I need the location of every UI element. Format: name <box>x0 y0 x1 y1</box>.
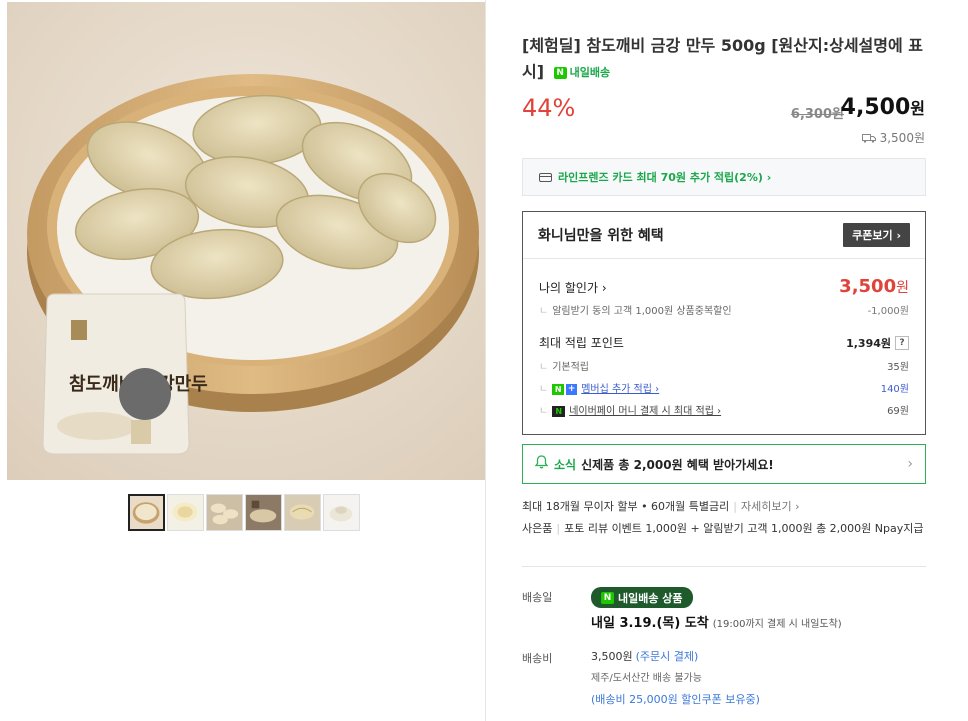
npay-points-row[interactable]: ㄴ N 네이버페이 머니 결제 시 최대 적립 › 69원 <box>539 402 909 417</box>
gift-label: 사은품 <box>522 522 553 535</box>
card-icon <box>539 172 552 182</box>
shipping-fee-summary: 3,500원 <box>861 129 925 146</box>
discount-rate: 44% <box>522 94 576 122</box>
shipping-fee-value: 3,500원 <box>591 650 633 663</box>
alarm-discount-label: ㄴ 알림받기 동의 고객 1,000원 상품중복할인 <box>539 306 732 317</box>
shipping-coupon-link[interactable]: (배송비 25,000원 할인쿠폰 보유중) <box>591 691 760 707</box>
final-price-value: 4,500 <box>840 95 911 120</box>
shipping-fee-payment-link[interactable]: (주문시 결제) <box>636 650 699 663</box>
naver-n-icon: N <box>552 383 565 395</box>
alarm-discount-value: -1,000원 <box>867 306 909 317</box>
my-price-unit: 원 <box>896 280 909 296</box>
card-promo-banner[interactable]: 라인프렌즈 카드 최대 70원 추가 적립(2%) › <box>522 158 926 196</box>
bell-icon <box>534 455 549 473</box>
news-message: 신제품 총 2,000원 혜택 받아가세요! <box>581 457 774 472</box>
plus-icon: + <box>566 383 578 395</box>
shipping-fee-label: 배송비 <box>522 652 553 665</box>
thumbnail-4[interactable] <box>245 494 282 531</box>
image-panel: 참도깨비 금강만두 <box>0 0 486 721</box>
tomorrow-delivery-badge: N 내일배송 <box>553 60 611 86</box>
max-points-label: 최대 적립 포인트 <box>539 336 624 350</box>
final-price: 4,500원 <box>841 95 925 120</box>
delivery-date-label: 배송일 <box>522 591 553 604</box>
thumbnail-2[interactable] <box>167 494 204 531</box>
product-title: [체험딜] 참도깨비 금강 만두 500g [원산지:상세설명에 표시] N 내… <box>522 33 926 86</box>
my-price-value: 3,500원 <box>839 276 909 297</box>
npay-points-value: 69원 <box>887 406 909 417</box>
naver-n-icon: N <box>553 66 567 79</box>
base-points-value: 35원 <box>887 362 909 373</box>
naver-n-icon: N <box>601 591 614 604</box>
help-icon[interactable]: ? <box>895 336 909 350</box>
card-promo-text: 라인프렌즈 카드 최대 70원 추가 적립(2%) › <box>558 171 772 184</box>
tomorrow-delivery-label: 내일배송 <box>569 65 611 79</box>
membership-link[interactable]: 멤버십 추가 적립 › <box>581 384 659 395</box>
npay-link[interactable]: 네이버페이 머니 결제 시 최대 적립 › <box>569 406 721 417</box>
alarm-discount-text: 알림받기 동의 고객 1,000원 상품중복할인 <box>552 306 732 317</box>
thumbnail-6[interactable] <box>323 494 360 531</box>
base-points-text: 기본적립 <box>552 362 590 373</box>
shipping-fee: 3,500원 (주문시 결제) <box>591 648 698 664</box>
gift-info: 사은품 | 포토 리뷰 이벤트 1,000원 + 알림받기 고객 1,000원 총 … <box>522 522 924 535</box>
product-main-image[interactable]: 참도깨비 금강만두 <box>7 2 485 480</box>
npay-points-label: ㄴ N 네이버페이 머니 결제 시 최대 적립 › <box>539 405 722 417</box>
alarm-discount-row: ㄴ 알림받기 동의 고객 1,000원 상품중복할인 -1,000원 <box>539 302 909 317</box>
max-points-number: 1,394원 <box>846 337 891 350</box>
arrival-note: (19:00까지 결제 시 내일도착) <box>712 619 842 630</box>
thumbnail-1[interactable] <box>128 494 165 531</box>
thumbnail-5[interactable] <box>284 494 321 531</box>
tomorrow-delivery-pill-text: 내일배송 상품 <box>618 591 683 605</box>
chevron-right-icon: › <box>907 456 913 472</box>
max-points-value: 1,394원? <box>846 335 909 351</box>
installment-more-link[interactable]: 자세히보기 › <box>741 500 800 513</box>
benefit-title: 화니님만을 위한 혜택 <box>538 228 664 244</box>
npay-icon: N <box>552 405 566 417</box>
benefit-header: 화니님만을 위한 혜택 쿠폰보기 › <box>523 212 925 259</box>
shipping-fee-short: 3,500원 <box>879 131 925 145</box>
my-price-row[interactable]: 나의 할인가 › 3,500원 <box>539 276 909 297</box>
thumbnail-3[interactable] <box>206 494 243 531</box>
membership-points-row[interactable]: ㄴ N + 멤버십 추가 적립 › 140원 <box>539 380 909 395</box>
arrival-info: 내일 3.19.(목) 도착 (19:00까지 결제 시 내일도착) <box>591 612 842 631</box>
membership-points-label: ㄴ N + 멤버십 추가 적립 › <box>539 383 660 395</box>
my-price-label: 나의 할인가 › <box>539 281 607 295</box>
gift-text: 포토 리뷰 이벤트 1,000원 + 알림받기 고객 1,000원 총 2,00… <box>564 522 924 535</box>
thumbnail-strip <box>128 494 360 531</box>
tomorrow-delivery-pill: N 내일배송 상품 <box>591 587 693 608</box>
membership-points-value: 140원 <box>880 384 909 395</box>
base-points-row: ㄴ 기본적립 35원 <box>539 358 909 373</box>
arrival-date: 내일 3.19.(목) 도착 <box>591 616 709 631</box>
shipping-restriction-note: 제주/도서산간 배송 불가능 <box>591 673 702 684</box>
news-tag: 소식 <box>554 457 577 472</box>
original-price: 6,300원 <box>790 107 844 122</box>
coupon-view-button[interactable]: 쿠폰보기 › <box>843 223 910 247</box>
final-price-unit: 원 <box>910 99 925 118</box>
benefit-box: 화니님만을 위한 혜택 쿠폰보기 › 나의 할인가 › 3,500원 ㄴ 알림받기… <box>522 211 926 435</box>
truck-icon <box>861 133 876 143</box>
my-price-number: 3,500 <box>839 276 897 297</box>
news-banner[interactable]: 소식 신제품 총 2,000원 혜택 받아가세요! › <box>522 444 926 484</box>
max-points-row: 최대 적립 포인트 1,394원? <box>539 334 909 351</box>
installment-info: 최대 18개월 무이자 할부 • 60개월 특별금리 | 자세히보기 › <box>522 500 800 513</box>
installment-text: 최대 18개월 무이자 할부 • 60개월 특별금리 <box>522 500 730 513</box>
section-divider <box>522 566 926 567</box>
base-points-label: ㄴ 기본적립 <box>539 362 590 373</box>
